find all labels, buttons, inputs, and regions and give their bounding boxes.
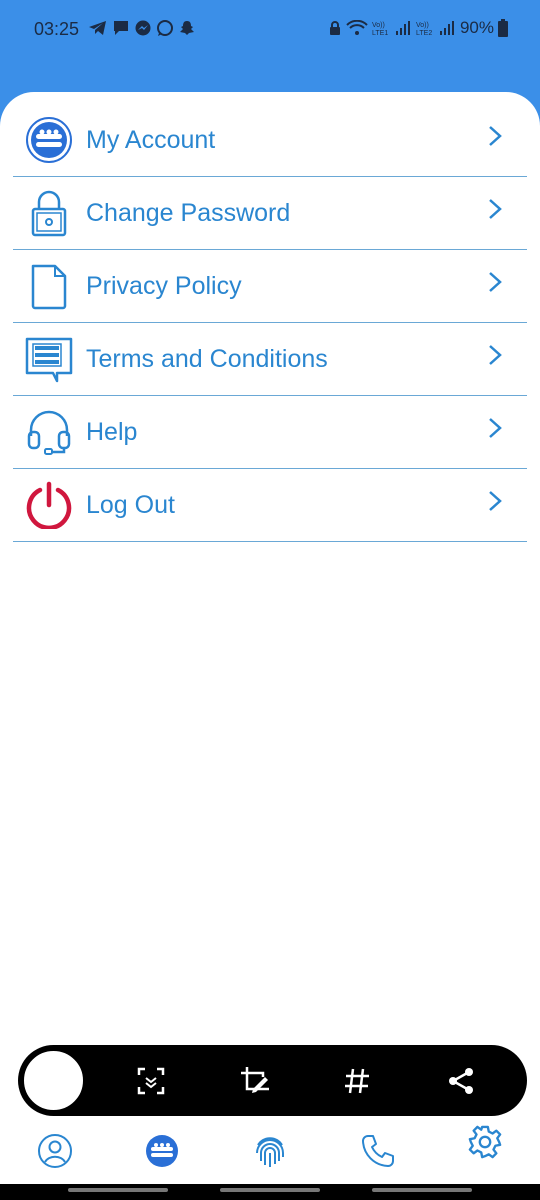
menu-item-terms-and-conditions[interactable]: Terms and Conditions [13,323,527,396]
messenger-icon [135,20,151,36]
lte1-label: LTE1 [372,30,388,37]
notification-icons [88,19,196,37]
chevron-right-icon [489,345,502,365]
menu-item-privacy-policy[interactable]: Privacy Policy [13,250,527,323]
back-button[interactable] [372,1188,472,1192]
menu-label-help: Help [86,418,138,446]
lock-icon [329,21,340,35]
battery-icon [498,19,508,37]
chevron-right-icon [489,418,502,438]
settings-menu: My Account Change Password Privacy Polic… [13,104,527,542]
share-icon[interactable] [445,1065,477,1097]
snapchat-icon [180,21,194,35]
menu-label-my-account: My Account [86,126,216,154]
padlock-icon [31,190,67,237]
svg-text:Vo)): Vo)) [372,22,385,29]
menu-label-change-password: Change Password [86,199,291,227]
menu-label-terms-and-conditions: Terms and Conditions [86,345,328,373]
system-navigation-bar [0,1184,540,1200]
profile-icon[interactable] [37,1133,73,1169]
whatsapp-icon [157,20,173,36]
chevron-right-icon [489,272,502,292]
signal-lte2-icon: Vo)) LTE2 [416,21,454,37]
crop-edit-icon[interactable] [239,1065,271,1097]
signal-lte1-icon: Vo)) LTE1 [372,21,410,37]
terms-list-icon [25,337,73,383]
chevron-right-icon [489,126,502,146]
system-status: Vo)) LTE1 Vo)) LTE2 90% [328,18,508,38]
fingerprint-icon[interactable] [252,1133,288,1169]
screenshot-toolbar [18,1045,527,1116]
chevron-right-icon [489,199,502,219]
status-time: 03:25 [34,19,80,39]
scan-icon[interactable] [135,1065,167,1097]
status-bar: 03:25 Vo)) LTE1 Vo)) LTE2 90% [0,0,540,60]
menu-item-change-password[interactable]: Change Password [13,177,527,250]
battery-percent: 90% [459,18,494,37]
recents-button[interactable] [68,1188,168,1192]
toolbar-handle[interactable] [21,1048,86,1113]
home-logo-icon[interactable] [144,1133,180,1169]
settings-gear-icon[interactable] [468,1125,502,1159]
menu-item-help[interactable]: Help [13,396,527,469]
menu-item-log-out[interactable]: Log Out [13,469,527,542]
chevron-right-icon [489,491,502,511]
menu-label-log-out: Log Out [86,491,175,519]
home-button[interactable] [220,1188,320,1192]
message-icon [114,21,128,35]
telegram-icon [89,21,106,35]
document-icon [31,264,67,310]
bottom-nav [0,1116,540,1184]
menu-label-privacy-policy: Privacy Policy [86,272,242,300]
power-icon [26,481,72,529]
hashtag-icon[interactable] [341,1065,373,1097]
menu-item-my-account[interactable]: My Account [13,104,527,177]
phone-icon[interactable] [360,1133,396,1169]
wifi-icon [346,20,368,35]
lte2-label: LTE2 [416,30,432,37]
headset-icon [27,410,71,455]
app-logo-icon [26,117,72,163]
svg-text:Vo)): Vo)) [416,22,429,29]
